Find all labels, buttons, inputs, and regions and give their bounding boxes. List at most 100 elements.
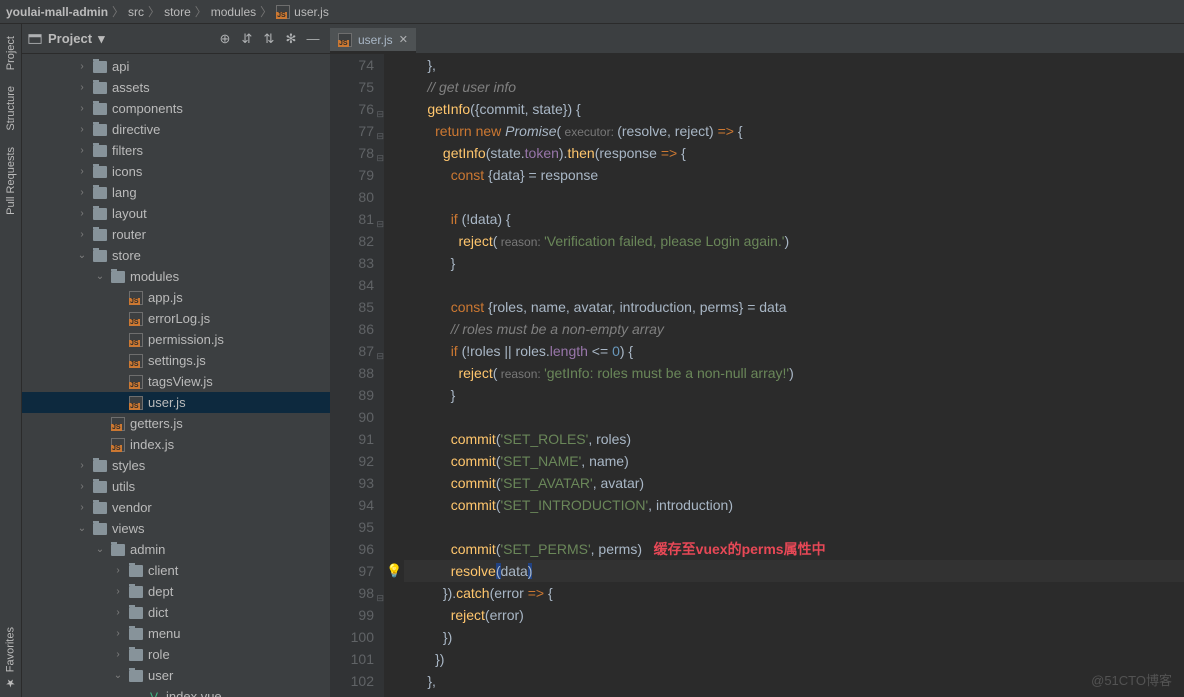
tree-node[interactable]: ⌄modules — [22, 266, 330, 287]
chevron-right-icon[interactable]: › — [112, 586, 124, 597]
breadcrumb-segment[interactable]: store — [164, 5, 191, 19]
breadcrumb-segment[interactable]: modules — [211, 5, 256, 19]
code-line[interactable] — [404, 186, 1184, 208]
fold-icon[interactable]: ⊟ — [374, 213, 384, 223]
tool-tab-structure[interactable]: Structure — [3, 78, 19, 139]
tree-node[interactable]: ›assets — [22, 77, 330, 98]
editor-tab-user-js[interactable]: user.js ✕ — [330, 27, 416, 53]
code-line[interactable]: reject(error) — [404, 604, 1184, 626]
tree-node[interactable]: ›layout — [22, 203, 330, 224]
fold-icon[interactable]: ⊟ — [374, 147, 384, 157]
code-line[interactable] — [404, 406, 1184, 428]
code-line[interactable]: } — [404, 252, 1184, 274]
tree-node[interactable]: ›filters — [22, 140, 330, 161]
hide-icon[interactable]: — — [302, 28, 324, 50]
code-line[interactable]: getInfo({commit, state}) { — [404, 98, 1184, 120]
project-panel-title[interactable]: Project ▾ — [28, 31, 105, 47]
tree-node[interactable]: settings.js — [22, 350, 330, 371]
collapse-all-icon[interactable]: ⇅ — [258, 28, 280, 50]
code-line[interactable] — [404, 516, 1184, 538]
tree-node[interactable]: ›client — [22, 560, 330, 581]
tree-node[interactable]: getters.js — [22, 413, 330, 434]
tree-node[interactable]: permission.js — [22, 329, 330, 350]
chevron-right-icon[interactable]: › — [76, 187, 88, 198]
tool-tab-favorites[interactable]: ★ Favorites — [2, 619, 19, 697]
chevron-right-icon[interactable]: › — [112, 649, 124, 660]
tree-node[interactable]: index.js — [22, 434, 330, 455]
code-line[interactable]: reject( reason: 'Verification failed, pl… — [404, 230, 1184, 252]
code-area[interactable]: 747576⊟77⊟78⊟798081⊟828384858687⊟8889909… — [330, 54, 1184, 697]
tree-node[interactable]: Vindex.vue — [22, 686, 330, 697]
code-line[interactable]: // roles must be a non-empty array — [404, 318, 1184, 340]
breadcrumb-segment[interactable]: youlai-mall-admin — [6, 5, 108, 19]
locate-icon[interactable]: ⊕ — [214, 28, 236, 50]
chevron-down-icon[interactable]: ⌄ — [94, 271, 106, 282]
chevron-down-icon[interactable]: ⌄ — [112, 670, 124, 681]
chevron-down-icon[interactable]: ⌄ — [76, 250, 88, 261]
tree-node[interactable]: ›dict — [22, 602, 330, 623]
tree-node[interactable]: ›role — [22, 644, 330, 665]
code-line[interactable]: getInfo(state.token).then(response => { — [404, 142, 1184, 164]
code-line[interactable]: // get user info — [404, 76, 1184, 98]
tree-node[interactable]: ›vendor — [22, 497, 330, 518]
tree-node[interactable]: user.js — [22, 392, 330, 413]
tree-node[interactable]: errorLog.js — [22, 308, 330, 329]
project-tree[interactable]: ›api›assets›components›directive›filters… — [22, 54, 330, 697]
chevron-right-icon[interactable]: › — [76, 103, 88, 114]
fold-icon[interactable]: ⊟ — [374, 125, 384, 135]
code-line[interactable]: commit('SET_NAME', name) — [404, 450, 1184, 472]
tree-node[interactable]: ›components — [22, 98, 330, 119]
code-line[interactable] — [404, 274, 1184, 296]
code-line[interactable]: 💡 resolve(data) — [404, 560, 1184, 582]
tree-node[interactable]: ›icons — [22, 161, 330, 182]
tool-tab-project[interactable]: Project — [3, 28, 19, 78]
tree-node[interactable]: ›styles — [22, 455, 330, 476]
bulb-icon[interactable]: 💡 — [386, 560, 402, 582]
code-line[interactable]: reject( reason: 'getInfo: roles must be … — [404, 362, 1184, 384]
chevron-right-icon[interactable]: › — [76, 460, 88, 471]
code-line[interactable]: }) — [404, 626, 1184, 648]
tree-node[interactable]: ›directive — [22, 119, 330, 140]
code-line[interactable]: }) — [404, 648, 1184, 670]
chevron-right-icon[interactable]: › — [76, 481, 88, 492]
chevron-right-icon[interactable]: › — [76, 502, 88, 513]
code-line[interactable]: commit('SET_INTRODUCTION', introduction) — [404, 494, 1184, 516]
code-line[interactable]: commit('SET_AVATAR', avatar) — [404, 472, 1184, 494]
tool-tab-pull-requests[interactable]: Pull Requests — [3, 139, 19, 223]
chevron-down-icon[interactable]: ⌄ — [76, 523, 88, 534]
chevron-right-icon[interactable]: › — [76, 166, 88, 177]
chevron-right-icon[interactable]: › — [76, 82, 88, 93]
breadcrumb-segment[interactable]: src — [128, 5, 144, 19]
fold-icon[interactable]: ⊟ — [374, 587, 384, 597]
chevron-right-icon[interactable]: › — [112, 607, 124, 618]
code-line[interactable]: }).catch(error => { — [404, 582, 1184, 604]
tree-node[interactable]: ›dept — [22, 581, 330, 602]
tree-node[interactable]: ⌄user — [22, 665, 330, 686]
chevron-right-icon[interactable]: › — [76, 145, 88, 156]
code-line[interactable]: return new Promise( executor: (resolve, … — [404, 120, 1184, 142]
fold-icon[interactable]: ⊟ — [374, 345, 384, 355]
tree-node[interactable]: ⌄admin — [22, 539, 330, 560]
code-content[interactable]: }, // get user info getInfo({commit, sta… — [384, 54, 1184, 697]
tree-node[interactable]: ›menu — [22, 623, 330, 644]
tree-node[interactable]: tagsView.js — [22, 371, 330, 392]
code-line[interactable]: commit('SET_ROLES', roles) — [404, 428, 1184, 450]
chevron-right-icon[interactable]: › — [76, 124, 88, 135]
code-line[interactable]: const {roles, name, avatar, introduction… — [404, 296, 1184, 318]
tree-node[interactable]: app.js — [22, 287, 330, 308]
expand-all-icon[interactable]: ⇵ — [236, 28, 258, 50]
code-line[interactable]: commit('SET_PERMS', perms) 缓存至vuex的perms… — [404, 538, 1184, 560]
code-line[interactable]: if (!data) { — [404, 208, 1184, 230]
tree-node[interactable]: ⌄store — [22, 245, 330, 266]
chevron-right-icon[interactable]: › — [76, 61, 88, 72]
tree-node[interactable]: ›api — [22, 56, 330, 77]
code-line[interactable]: } — [404, 384, 1184, 406]
chevron-right-icon[interactable]: › — [112, 628, 124, 639]
close-icon[interactable]: ✕ — [399, 33, 408, 46]
code-line[interactable]: if (!roles || roles.length <= 0) { — [404, 340, 1184, 362]
breadcrumb-segment[interactable]: user.js — [276, 5, 329, 19]
tree-node[interactable]: ⌄views — [22, 518, 330, 539]
code-line[interactable]: const {data} = response — [404, 164, 1184, 186]
chevron-right-icon[interactable]: › — [76, 208, 88, 219]
chevron-right-icon[interactable]: › — [76, 229, 88, 240]
